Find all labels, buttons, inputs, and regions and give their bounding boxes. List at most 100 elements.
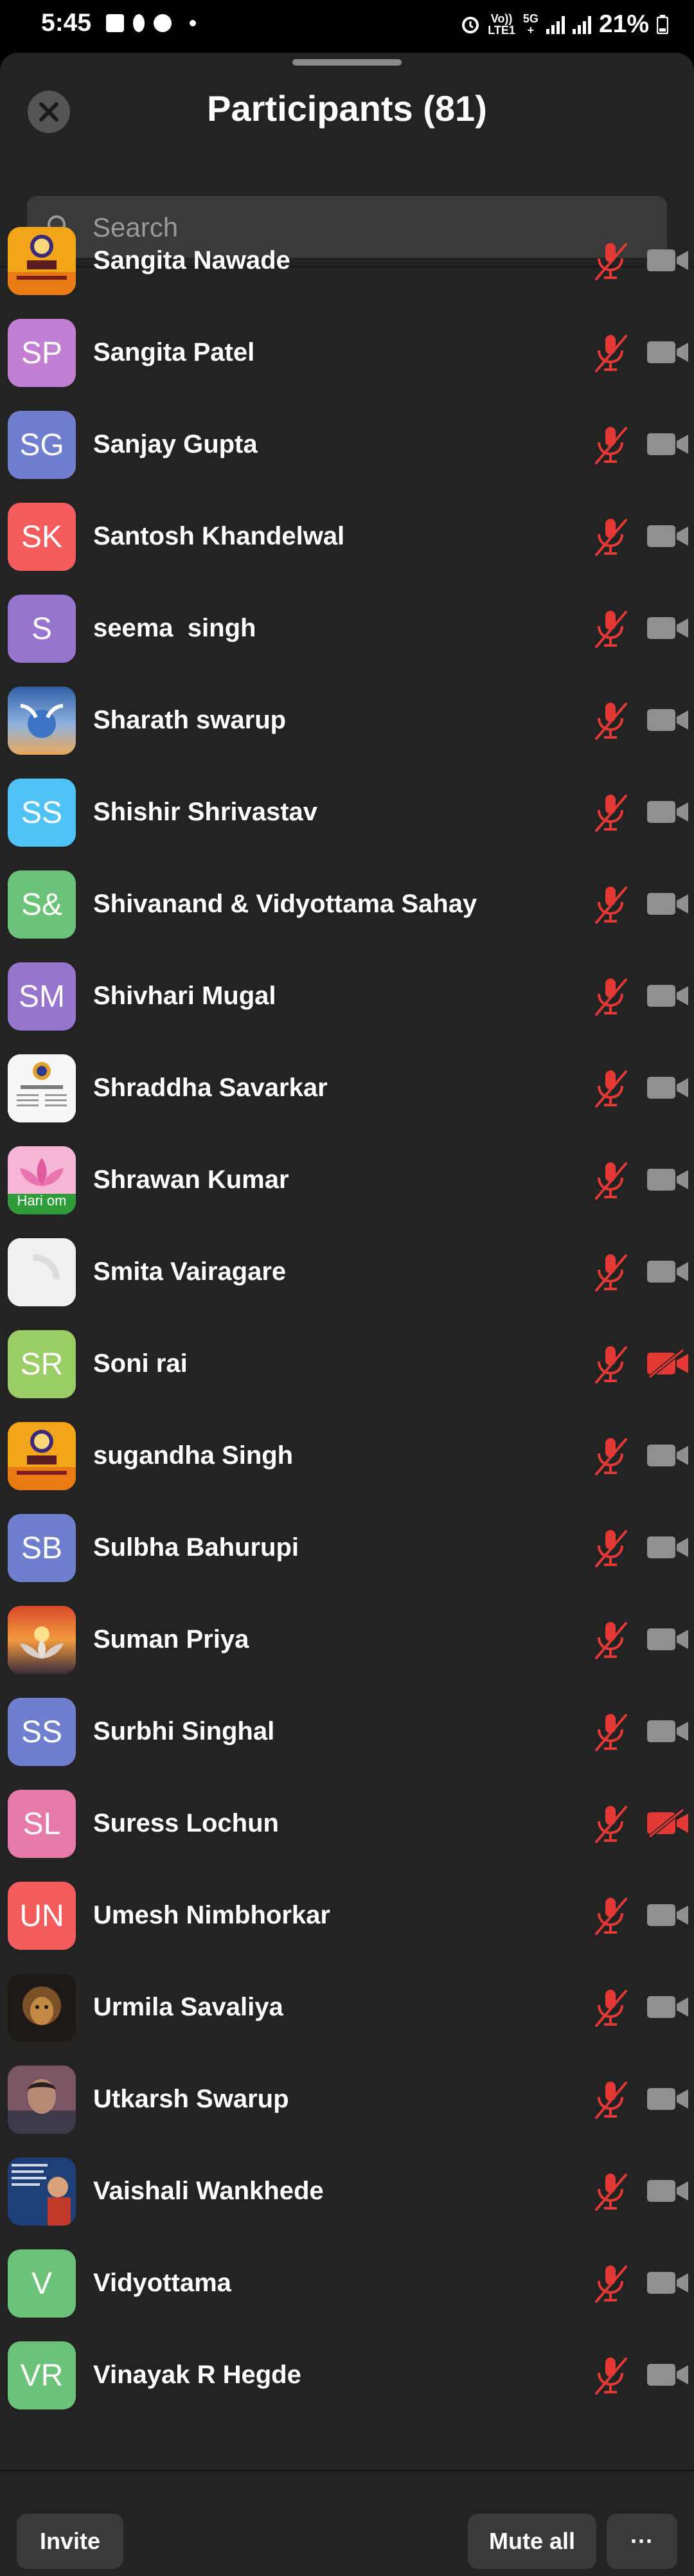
participant-name: Smita Vairagare (93, 1257, 287, 1286)
video-camera-icon[interactable] (645, 336, 691, 368)
participant-row[interactable]: sugandha Singh (0, 1410, 694, 1502)
video-camera-icon[interactable] (645, 1623, 691, 1655)
mic-muted-icon[interactable] (591, 607, 630, 649)
mic-muted-icon[interactable] (591, 1067, 630, 1109)
mic-muted-icon[interactable] (591, 2262, 630, 2304)
video-camera-icon[interactable] (645, 980, 691, 1012)
avatar (8, 227, 76, 295)
participant-row[interactable]: Sseema singh (0, 582, 694, 674)
avatar-initials: SG (19, 428, 64, 462)
drag-handle[interactable] (292, 59, 402, 66)
avatar: SL (8, 1790, 76, 1858)
more-notifications-dot-icon (190, 20, 196, 26)
avatar: SS (8, 779, 76, 847)
participant-row[interactable]: SG Sanjay Gupta (0, 399, 694, 491)
signal-icon (546, 15, 565, 34)
participant-row[interactable]: SK Santosh Khandelwal (0, 491, 694, 582)
video-off-icon[interactable] (645, 1347, 691, 1380)
participant-row[interactable]: UN Umesh Nimbhorkar (0, 1869, 694, 1961)
mic-muted-icon[interactable] (591, 2170, 630, 2212)
mic-muted-icon[interactable] (591, 1986, 630, 2028)
participant-row[interactable]: SB Sulbha Bahurupi (0, 1502, 694, 1594)
mic-muted-icon[interactable] (591, 1802, 630, 1844)
mic-muted-icon[interactable] (591, 883, 630, 925)
video-camera-icon[interactable] (645, 1899, 691, 1931)
video-camera-icon[interactable] (645, 1991, 691, 2023)
mic-muted-icon[interactable] (591, 2078, 630, 2120)
video-camera-icon[interactable] (645, 1715, 691, 1747)
avatar-initials: SS (21, 1715, 63, 1749)
participant-row[interactable]: Smita Vairagare (0, 1226, 694, 1318)
participant-name: Suman Priya (93, 1625, 249, 1653)
video-camera-icon[interactable] (645, 1256, 691, 1288)
video-camera-icon[interactable] (645, 2083, 691, 2115)
mic-muted-icon[interactable] (591, 1618, 630, 1661)
avatar: SS (8, 1698, 76, 1766)
mic-muted-icon[interactable] (591, 699, 630, 741)
avatar-initials: SK (21, 519, 63, 554)
participant-row[interactable]: Urmila Savaliya (0, 1961, 694, 2053)
more-options-button[interactable]: ··· (607, 2514, 677, 2569)
avatar-initials: SL (22, 1806, 61, 1841)
mic-muted-icon[interactable] (591, 423, 630, 465)
participant-row[interactable]: V Vidyottama (0, 2237, 694, 2329)
participant-row[interactable]: S& Shivanand & Vidyottama Sahay (0, 858, 694, 950)
participant-name: seema singh (93, 614, 256, 642)
participant-row[interactable]: Shraddha Savarkar (0, 1042, 694, 1134)
participant-row[interactable]: SM Shivhari Mugal (0, 950, 694, 1042)
mic-muted-icon[interactable] (591, 1894, 630, 1936)
battery-percent: 21% (598, 10, 649, 38)
mic-muted-icon[interactable] (591, 1434, 630, 1477)
mic-muted-icon[interactable] (591, 791, 630, 833)
mic-muted-icon[interactable] (591, 331, 630, 374)
avatar-initials: UN (19, 1898, 64, 1933)
avatar-initials: SR (20, 1347, 64, 1382)
avatar: SM (8, 962, 76, 1031)
participant-row[interactable]: Sangita Nawade (0, 215, 694, 307)
video-camera-icon[interactable] (645, 888, 691, 920)
participant-row[interactable]: VR Vinayak R Hegde (0, 2329, 694, 2421)
mic-muted-icon[interactable] (591, 1710, 630, 1752)
notification-icons (106, 14, 196, 32)
participant-row[interactable]: SS Surbhi Singhal (0, 1686, 694, 1778)
mic-muted-icon[interactable] (591, 1250, 630, 1293)
participant-row[interactable]: Hari om Shrawan Kumar (0, 1134, 694, 1226)
mic-muted-icon[interactable] (591, 1342, 630, 1385)
video-camera-icon[interactable] (645, 244, 691, 276)
participant-row[interactable]: SR Soni rai (0, 1318, 694, 1410)
participant-row[interactable]: SP Sangita Patel (0, 307, 694, 399)
invite-button[interactable]: Invite (17, 2514, 123, 2569)
signal-2-icon (572, 15, 591, 34)
mic-muted-icon[interactable] (591, 1158, 630, 1201)
mute-all-button[interactable]: Mute all (468, 2514, 596, 2569)
participant-name: Umesh Nimbhorkar (93, 1901, 330, 1929)
bottom-action-bar: Invite Mute all ··· (0, 2470, 694, 2576)
video-camera-icon[interactable] (645, 1164, 691, 1196)
participant-row[interactable]: Sharath swarup (0, 674, 694, 766)
video-camera-icon[interactable] (645, 428, 691, 460)
video-camera-icon[interactable] (645, 1531, 691, 1563)
video-camera-icon[interactable] (645, 1072, 691, 1104)
video-camera-icon[interactable] (645, 520, 691, 552)
video-camera-icon[interactable] (645, 704, 691, 736)
participant-row[interactable]: Utkarsh Swarup (0, 2053, 694, 2145)
video-camera-icon[interactable] (645, 796, 691, 828)
participant-name: Vidyottama (93, 2269, 231, 2297)
participant-row[interactable]: Vaishali Wankhede (0, 2145, 694, 2237)
video-camera-icon[interactable] (645, 612, 691, 644)
video-off-icon[interactable] (645, 1806, 691, 1840)
video-camera-icon[interactable] (645, 2267, 691, 2299)
video-camera-icon[interactable] (645, 1439, 691, 1472)
participant-row[interactable]: SL Suress Lochun (0, 1778, 694, 1869)
mic-muted-icon[interactable] (591, 1526, 630, 1569)
mic-muted-icon[interactable] (591, 975, 630, 1017)
mic-muted-icon[interactable] (591, 239, 630, 282)
mic-muted-icon[interactable] (591, 2354, 630, 2396)
mic-muted-icon[interactable] (591, 515, 630, 557)
participant-row[interactable]: SS Shishir Shrivastav (0, 766, 694, 858)
participant-row[interactable]: Suman Priya (0, 1594, 694, 1686)
status-time: 5:45 (41, 9, 92, 37)
video-camera-icon[interactable] (645, 2359, 691, 2391)
video-camera-icon[interactable] (645, 2175, 691, 2207)
alarm-icon (462, 17, 479, 33)
